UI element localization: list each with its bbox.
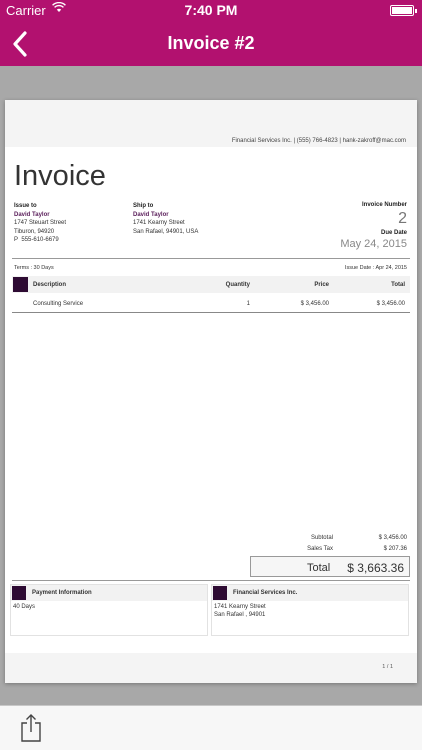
company-header: Financial Services Inc. (212, 585, 408, 601)
phone-icon: P (14, 237, 19, 243)
ship-to-line2: San Rafael, 94901, USA (133, 228, 199, 235)
color-swatch (13, 277, 28, 292)
issue-to-phone-row: P 555-610-6679 (14, 236, 66, 245)
payment-info-box: Payment Information 40 Days (10, 584, 208, 636)
subtotal-value: $ 3,456.00 (378, 535, 407, 541)
status-bar: Carrier 7:40 PM (0, 0, 422, 22)
toolbar (0, 705, 422, 750)
issue-date: Issue Date : Apr 24, 2015 (344, 265, 407, 271)
total-label: Total (307, 562, 331, 574)
payment-info-title: Payment Information (32, 590, 92, 596)
ship-to-line1: 1741 Kearny Street (133, 220, 185, 226)
table-header: Description Quantity Price Total (12, 276, 410, 293)
document-footer: 1 / 1 (5, 653, 417, 683)
ship-to-block: Ship to David Taylor 1741 Kearny Street … (133, 202, 198, 236)
payment-info-header: Payment Information (11, 585, 207, 601)
ship-to-label: Ship to (133, 203, 154, 209)
terms: Terms : 30 Days (14, 265, 54, 271)
company-box: Financial Services Inc. 1741 Kearny Stre… (211, 584, 409, 636)
document-header: Financial Services Inc. | (555) 766-4823… (5, 100, 417, 147)
battery-icon (390, 5, 417, 16)
invoice-heading: Invoice (14, 160, 106, 192)
invoice-number: 2 (398, 210, 407, 227)
total-value: $ 3,663.36 (347, 561, 404, 575)
due-date: May 24, 2015 (340, 238, 407, 250)
company-contact: Financial Services Inc. | (555) 766-4823… (231, 138, 406, 144)
color-swatch (12, 586, 26, 600)
issue-to-name: David Taylor (14, 211, 50, 218)
header-price: Price (314, 282, 329, 288)
row-description: Consulting Service (33, 301, 84, 307)
header-description: Description (33, 282, 67, 288)
row-price: $ 3,456.00 (300, 301, 329, 307)
issue-to-block: Issue to David Taylor 1747 Steuart Stree… (14, 202, 66, 245)
total-box: Total $ 3,663.36 (250, 556, 410, 577)
invoice-document[interactable]: Financial Services Inc. | (555) 766-4823… (5, 100, 417, 683)
ship-to-name: David Taylor (133, 211, 169, 218)
row-quantity: 1 (246, 301, 250, 307)
clock: 7:40 PM (184, 2, 238, 18)
company-line1: 1741 Kearny Street (214, 604, 266, 610)
page-number: 1 / 1 (382, 664, 393, 670)
company-address: 1741 Kearny Street San Rafael , 94901 (214, 603, 266, 619)
header-total: Total (391, 282, 405, 288)
payment-info-body: 40 Days (13, 604, 36, 610)
subtotal-label: Subtotal (310, 535, 333, 541)
sales-tax-value: $ 207.36 (383, 546, 407, 552)
due-date-label: Due Date (380, 230, 407, 236)
issue-to-phone: 555-610-6679 (21, 237, 59, 243)
sales-tax-label: Sales Tax (307, 546, 333, 552)
invoice-meta: Invoice Number 2 Due Date May 24, 2015 (340, 202, 407, 250)
invoice-number-label: Invoice Number (361, 202, 407, 208)
issue-to-label: Issue to (14, 203, 37, 209)
share-button[interactable] (18, 713, 44, 743)
share-icon (21, 714, 41, 742)
table-row: Consulting Service 1 $ 3,456.00 $ 3,456.… (12, 296, 410, 313)
issue-to-line2: Tiburon, 94920 (14, 228, 55, 235)
page-title: Invoice #2 (167, 33, 255, 53)
header-quantity: Quantity (225, 282, 250, 288)
navigation-bar: Carrier 7:40 PM Invoice #2 (0, 0, 422, 66)
company-line2: San Rafael , 94901 (214, 612, 266, 618)
issue-to-line1: 1747 Steuart Street (14, 220, 67, 226)
divider (12, 580, 410, 581)
company-title: Financial Services Inc. (233, 590, 298, 596)
divider (12, 258, 410, 259)
row-total: $ 3,456.00 (376, 301, 405, 307)
color-swatch (213, 586, 227, 600)
